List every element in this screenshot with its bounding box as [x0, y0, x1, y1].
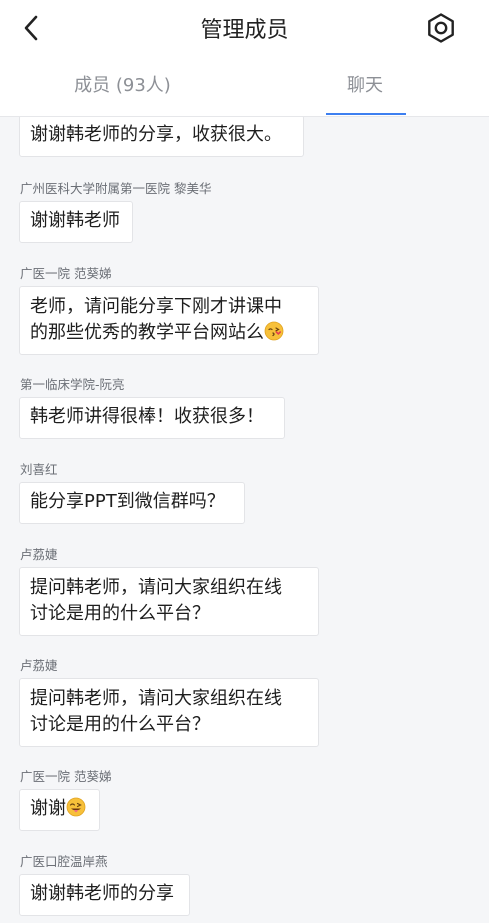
kissing-face-emoji: [264, 321, 284, 341]
top-bar: 管理成员: [0, 0, 489, 56]
message-bubble[interactable]: 能分享PPT到微信群吗？: [19, 482, 245, 524]
message-bubble[interactable]: 提问韩老师，请问大家组织在线 讨论是用的什么平台？: [19, 567, 319, 636]
message-bubble[interactable]: 谢谢韩老师的分享: [19, 874, 190, 916]
message-sender: 卢荔婕: [20, 547, 58, 562]
tab-bar: 成员 (93人) 聊天: [0, 56, 489, 117]
message-text-line: 老师，请问能分享下刚才讲课中: [30, 296, 282, 317]
settings-button[interactable]: [423, 10, 459, 46]
message-sender: 广州医科大学附属第一医院 黎美华: [20, 181, 212, 196]
tongue-wink-emoji: [66, 797, 86, 817]
gear-icon: [428, 13, 454, 43]
message-sender: 刘喜红: [20, 462, 58, 477]
message-sender: 广医口腔温岸燕: [20, 854, 108, 869]
message-sender: 卢荔婕: [20, 658, 58, 673]
message-text-line: 讨论是用的什么平台？: [30, 714, 210, 735]
active-tab-indicator: [326, 113, 406, 115]
message-text-line: 提问韩老师，请问大家组织在线: [30, 688, 282, 709]
message-sender: 广医一院 范葵娣: [20, 769, 112, 784]
message-text-line: 讨论是用的什么平台？: [30, 603, 210, 624]
message-bubble[interactable]: 韩老师讲得很棒！收获很多！: [19, 397, 285, 439]
chat-message-list[interactable]: 谢谢韩老师的分享，收获很大。 广州医科大学附属第一医院 黎美华 谢谢韩老师 广医…: [0, 117, 489, 923]
message-bubble[interactable]: 谢谢: [19, 789, 100, 831]
message-sender: 第一临床学院-阮亮: [20, 377, 125, 392]
message-text-line: 提问韩老师，请问大家组织在线: [30, 577, 282, 598]
message-bubble[interactable]: 提问韩老师，请问大家组织在线 讨论是用的什么平台？: [19, 678, 319, 747]
message-bubble[interactable]: 谢谢韩老师: [19, 201, 133, 243]
message-bubble[interactable]: 谢谢韩老师的分享，收获很大。: [19, 117, 304, 157]
message-sender: 广医一院 范葵娣: [20, 266, 112, 281]
tab-members[interactable]: 成员 (93人): [0, 56, 245, 116]
message-text-line: 的那些优秀的教学平台网站么: [30, 320, 308, 346]
page-title: 管理成员: [200, 18, 289, 43]
tab-chat[interactable]: 聊天: [300, 56, 430, 116]
message-bubble[interactable]: 老师，请问能分享下刚才讲课中 的那些优秀的教学平台网站么: [19, 286, 319, 355]
